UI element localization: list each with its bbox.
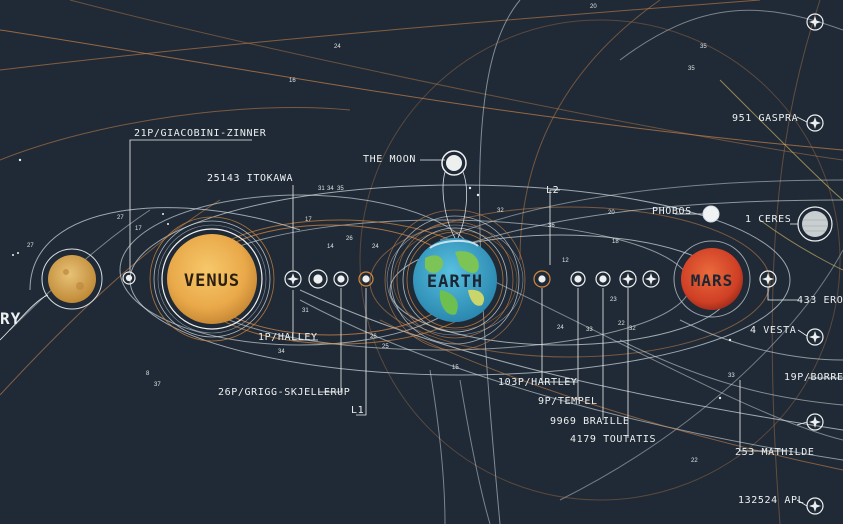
num-label: 22 [618,321,625,327]
num-label: 35 [688,66,695,72]
label-l1: L1 [351,405,364,416]
label-vesta: 4 VESTA [750,325,796,336]
label-borrelly: 19P/BORREL [784,372,843,383]
num-label: 17 [135,226,142,232]
label-mathilde: 253 MATHILDE [735,447,814,458]
num-label: 31 [318,186,325,192]
num-label: 37 [154,382,161,388]
label-braille: 9969 BRAILLE [550,416,629,427]
num-label: 35 [337,186,344,192]
mercury-label: RY [0,309,21,328]
label-phobos: PHOBOS [652,206,692,217]
num-label: 27 [117,215,124,221]
num-label: 18 [612,239,619,245]
num-label: 34 [327,186,334,192]
phobos [702,205,720,223]
num-label: 24 [557,325,564,331]
num-label: 12 [562,258,569,264]
label-hartley: 103P/HARTLEY [498,377,577,388]
num-label: 26 [370,334,377,340]
num-label: 20 [590,4,597,10]
num-label: 32 [497,208,504,214]
num-label: 17 [305,217,312,223]
num-label: 34 [278,349,285,355]
num-label: 33 [728,373,735,379]
num-label: 16 [289,78,296,84]
mars-label: MARS [691,271,734,290]
label-the-moon: THE MOON [363,154,416,165]
label-ceres: 1 CERES [745,214,791,225]
num-label: 35 [700,44,707,50]
solar-system-diagram: RY VENUS EARTH MARS 21P/GIACOBINI-ZINNER… [0,0,843,524]
label-halley: 1P/HALLEY [258,332,318,343]
num-label: 32 [629,326,636,332]
label-gaspra: 951 GASPRA [732,113,798,124]
num-label: 22 [691,458,698,464]
num-label: 23 [610,297,617,303]
label-l2: L2 [546,185,559,196]
label-tempel: 9P/TEMPEL [538,396,598,407]
num-label: 24 [334,44,341,50]
label-toutatis: 4179 TOUTATIS [570,434,656,445]
venus-label: VENUS [184,271,240,291]
label-eros: 433 ERO [797,295,843,306]
label-itokawa: 25143 ITOKAWA [207,173,293,184]
num-label: 14 [327,244,334,250]
ceres [797,206,833,242]
num-label: 33 [586,327,593,333]
mercury [41,248,103,310]
num-label: 20 [608,210,615,216]
num-label: 31 [302,308,309,314]
num-label: 25 [382,344,389,350]
label-grigg-skjellerup: 26P/GRIGG-SKJELLERUP [218,387,350,398]
num-label: 26 [346,236,353,242]
label-giacobini-zinner: 21P/GIACOBINI-ZINNER [134,128,267,139]
num-label: 36 [548,223,555,229]
label-apl: 132524 APL [738,495,804,506]
num-label: 24 [372,244,379,250]
earth-label: EARTH [427,272,483,292]
num-label: 15 [452,365,459,371]
num-label: 27 [27,243,34,249]
